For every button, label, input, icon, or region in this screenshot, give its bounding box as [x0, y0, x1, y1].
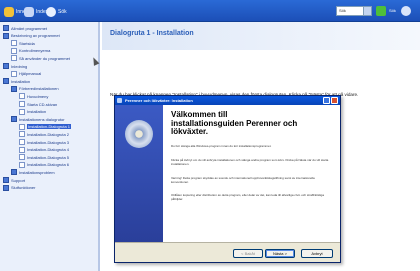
dialog-paragraph: Klicka på Avbryt om du vill avbryta inst…	[171, 158, 329, 166]
sidebar-item-label: Beskrivning av programmet	[11, 33, 60, 39]
cd-disc-icon	[125, 120, 153, 148]
page-icon	[19, 139, 25, 145]
sidebar-tree: Allmänt programmet Beskrivning av program…	[0, 22, 100, 271]
dialog-paragraph: Du bör stänga alla Windows-program innan…	[171, 144, 272, 148]
page-icon	[19, 146, 25, 153]
page-icon	[19, 93, 25, 100]
close-icon[interactable]	[331, 97, 338, 104]
book-icon	[3, 184, 9, 191]
sidebar-item-label: Installationens dialogrutor	[19, 116, 65, 122]
dialog-banner	[115, 105, 163, 242]
back-button[interactable]: < Bakåt	[233, 249, 263, 258]
page-icon	[19, 123, 25, 130]
go-label: Sök	[389, 8, 396, 13]
help-icon[interactable]	[401, 6, 411, 16]
sidebar-item-label: Slutfunktioner	[11, 185, 36, 191]
sidebar-item[interactable]: Slutfunktioner	[3, 184, 36, 191]
sidebar-item[interactable]: Huvudmeny	[19, 93, 49, 100]
page-title: Dialogruta 1 - Installation	[110, 30, 194, 37]
sidebar-item[interactable]: Installationens dialogrutor	[11, 116, 65, 123]
dialog-titlebar: Perenner och lökväxter: Installation	[115, 96, 340, 105]
sidebar-item[interactable]: Kontrollmenyerna	[11, 47, 51, 54]
book-icon	[24, 6, 34, 17]
home-icon	[4, 6, 14, 17]
sidebar-item-label: Hjälpmanual	[19, 71, 42, 77]
sidebar-item[interactable]: Allmänt programmet	[3, 25, 47, 31]
dialog-heading: Välkommen till installationsguiden Peren…	[171, 110, 298, 136]
page-icon	[19, 154, 25, 161]
page-icon	[11, 55, 17, 62]
sidebar-item-label: Starta CD-skivan	[27, 101, 58, 107]
sidebar-item[interactable]: Installation-Dialogruta 5	[19, 154, 70, 161]
sidebar-item-label: Kontrollmenyerna	[19, 48, 51, 54]
book-icon	[11, 169, 17, 176]
sidebar-item[interactable]: Förberedinstallationen	[11, 85, 59, 92]
sidebar-item-label: Installation	[27, 109, 47, 115]
sidebar-item-label: Installation-Dialogruta 2	[27, 131, 70, 137]
dialog-paragraph: Otillåten kopiering eller distribution a…	[171, 193, 325, 201]
sidebar-item-label: Installation-Dialogruta 3	[27, 139, 70, 145]
sidebar-item[interactable]: Installation-Dialogruta 4	[19, 146, 70, 153]
sidebar-item-label: Installationsproblem	[19, 169, 55, 175]
minimize-icon[interactable]	[323, 97, 330, 104]
dialog-button-row: < Bakåt Nästa > Avbryt	[115, 242, 340, 263]
sidebar-item-label: Installation-Dialogruta 1	[27, 124, 72, 130]
sidebar-item-label: Startsida	[19, 40, 35, 46]
sidebar-item-label: Support	[11, 177, 26, 183]
sidebar-item[interactable]: Installation-Dialogruta 2	[19, 131, 70, 138]
sidebar-item[interactable]: Support	[3, 177, 25, 183]
page-icon	[11, 47, 17, 54]
sidebar-item[interactable]: Installationsproblem	[11, 169, 55, 176]
installer-icon	[117, 98, 122, 103]
sidebar-item[interactable]: Beskrivning av programmet	[3, 32, 60, 39]
page-icon	[19, 101, 25, 107]
sidebar-item-label: Allmänt programmet	[11, 25, 48, 31]
page-icon	[19, 161, 25, 168]
sidebar-item[interactable]: Installation-Dialogruta 6	[19, 161, 70, 168]
sidebar-item[interactable]: Starta CD-skivan	[19, 101, 57, 107]
sidebar-item[interactable]: Hjälpmanual	[11, 70, 42, 77]
search-combo[interactable]: Sök	[336, 6, 372, 16]
book-icon	[11, 116, 17, 123]
next-button[interactable]: Nästa >	[265, 249, 295, 258]
sidebar-item[interactable]: Installation	[19, 108, 47, 115]
sidebar-item[interactable]: Inledning	[3, 63, 27, 69]
go-icon[interactable]	[376, 6, 386, 16]
sidebar-item[interactable]: Installation-Dialogruta 3	[19, 139, 69, 145]
book-icon	[11, 85, 17, 92]
sidebar-item[interactable]: Installation-Dialogruta 1	[19, 123, 72, 130]
dialog-body: Välkommen till installationsguiden Peren…	[163, 105, 340, 242]
sidebar-item-label: Förberedinstallationen	[19, 86, 59, 92]
dialog-paragraph: Varning! Detta program skyddas av svensk…	[171, 176, 315, 184]
book-icon	[3, 63, 9, 69]
toolbar: Innehåll Index Sök Sök Sök	[0, 0, 420, 22]
page-icon	[19, 108, 25, 115]
sidebar-item-label: Så använder du programmet	[19, 55, 70, 61]
book-icon	[3, 78, 9, 85]
title-band: Dialogruta 1 - Installation	[102, 22, 420, 50]
page-icon	[11, 70, 17, 77]
sidebar-item[interactable]: Så använder du programmet	[11, 55, 70, 62]
book-icon	[3, 25, 9, 31]
cancel-button[interactable]: Avbryt	[301, 249, 333, 258]
sidebar-item-label: Huvudmeny	[27, 93, 49, 99]
sidebar-item-label: Inledning	[11, 63, 28, 69]
index-button[interactable]: Index	[24, 5, 48, 18]
search-icon	[46, 6, 56, 17]
book-icon	[3, 32, 9, 39]
page-icon	[11, 40, 17, 47]
sidebar-item-label: Installation-Dialogruta 5	[27, 154, 70, 160]
page-icon	[19, 131, 25, 138]
chevron-down-icon[interactable]	[363, 7, 371, 15]
sidebar-item-label: Installation-Dialogruta 6	[27, 162, 70, 168]
installer-dialog: Perenner och lökväxter: Installation Väl…	[114, 95, 341, 263]
book-icon	[3, 177, 9, 183]
sidebar-item[interactable]: Installation	[3, 78, 31, 85]
sidebar-item-label: Installation	[11, 78, 31, 84]
sidebar-item[interactable]: Startsida	[11, 40, 35, 47]
search-button[interactable]: Sök	[46, 5, 67, 18]
sidebar-item-label: Installation-Dialogruta 4	[27, 147, 70, 153]
